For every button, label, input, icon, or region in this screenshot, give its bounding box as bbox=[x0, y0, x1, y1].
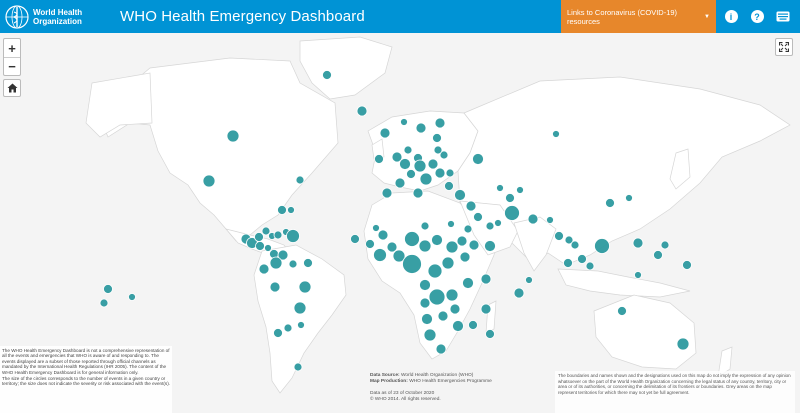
map-production-value: WHO Health Emergencies Programme bbox=[409, 379, 492, 384]
covid-resources-dropdown[interactable]: Links to Coronavirus (COVID-19) resource… bbox=[561, 0, 716, 33]
help-button[interactable]: ? bbox=[746, 0, 768, 33]
org-name-line1: World Health bbox=[33, 7, 83, 17]
help-icon: ? bbox=[750, 10, 764, 23]
who-logo[interactable]: World Health Organization bbox=[4, 4, 114, 30]
data-source-value: World Health Organization (WHO) bbox=[400, 373, 474, 378]
data-source-info: Data Source: World Health Organization (… bbox=[370, 373, 540, 403]
app-title: WHO Health Emergency Dashboard bbox=[120, 8, 365, 25]
boundaries-disclaimer: The boundaries and names shown and the d… bbox=[555, 371, 795, 413]
zoom-control: + − bbox=[3, 38, 21, 76]
keyboard-button[interactable] bbox=[772, 0, 794, 33]
boundaries-disclaimer-text: The boundaries and names shown and the d… bbox=[558, 373, 791, 395]
data-source-label: Data Source: bbox=[370, 373, 400, 378]
map-production-label: Map Production: bbox=[370, 379, 408, 384]
org-name-line2: Organization bbox=[33, 16, 82, 26]
disclaimer-paragraph-2: The size of the circles corresponds to t… bbox=[2, 376, 171, 387]
disclaimer-paragraph-1: The WHO Health Emergency Dashboard is no… bbox=[2, 348, 170, 375]
dashboard-disclaimer: The WHO Health Emergency Dashboard is no… bbox=[0, 346, 172, 413]
info-icon: i bbox=[724, 10, 738, 23]
caret-down-icon: ▼ bbox=[704, 13, 710, 20]
fullscreen-button[interactable] bbox=[775, 38, 793, 56]
who-emblem-icon bbox=[5, 4, 29, 29]
org-name: World Health Organization bbox=[33, 8, 82, 26]
top-header-bar: World Health Organization WHO Health Eme… bbox=[0, 0, 800, 33]
covid-resources-label: Links to Coronavirus (COVID-19) resource… bbox=[567, 7, 678, 26]
zoom-out-button[interactable]: − bbox=[4, 57, 20, 75]
home-icon bbox=[7, 83, 17, 93]
home-button[interactable] bbox=[3, 79, 21, 97]
keyboard-icon bbox=[776, 11, 790, 22]
fullscreen-icon bbox=[779, 42, 789, 52]
copyright: © WHO 2014. All rights reserved. bbox=[370, 397, 441, 402]
info-button[interactable]: i bbox=[720, 0, 742, 33]
zoom-in-button[interactable]: + bbox=[4, 39, 20, 57]
